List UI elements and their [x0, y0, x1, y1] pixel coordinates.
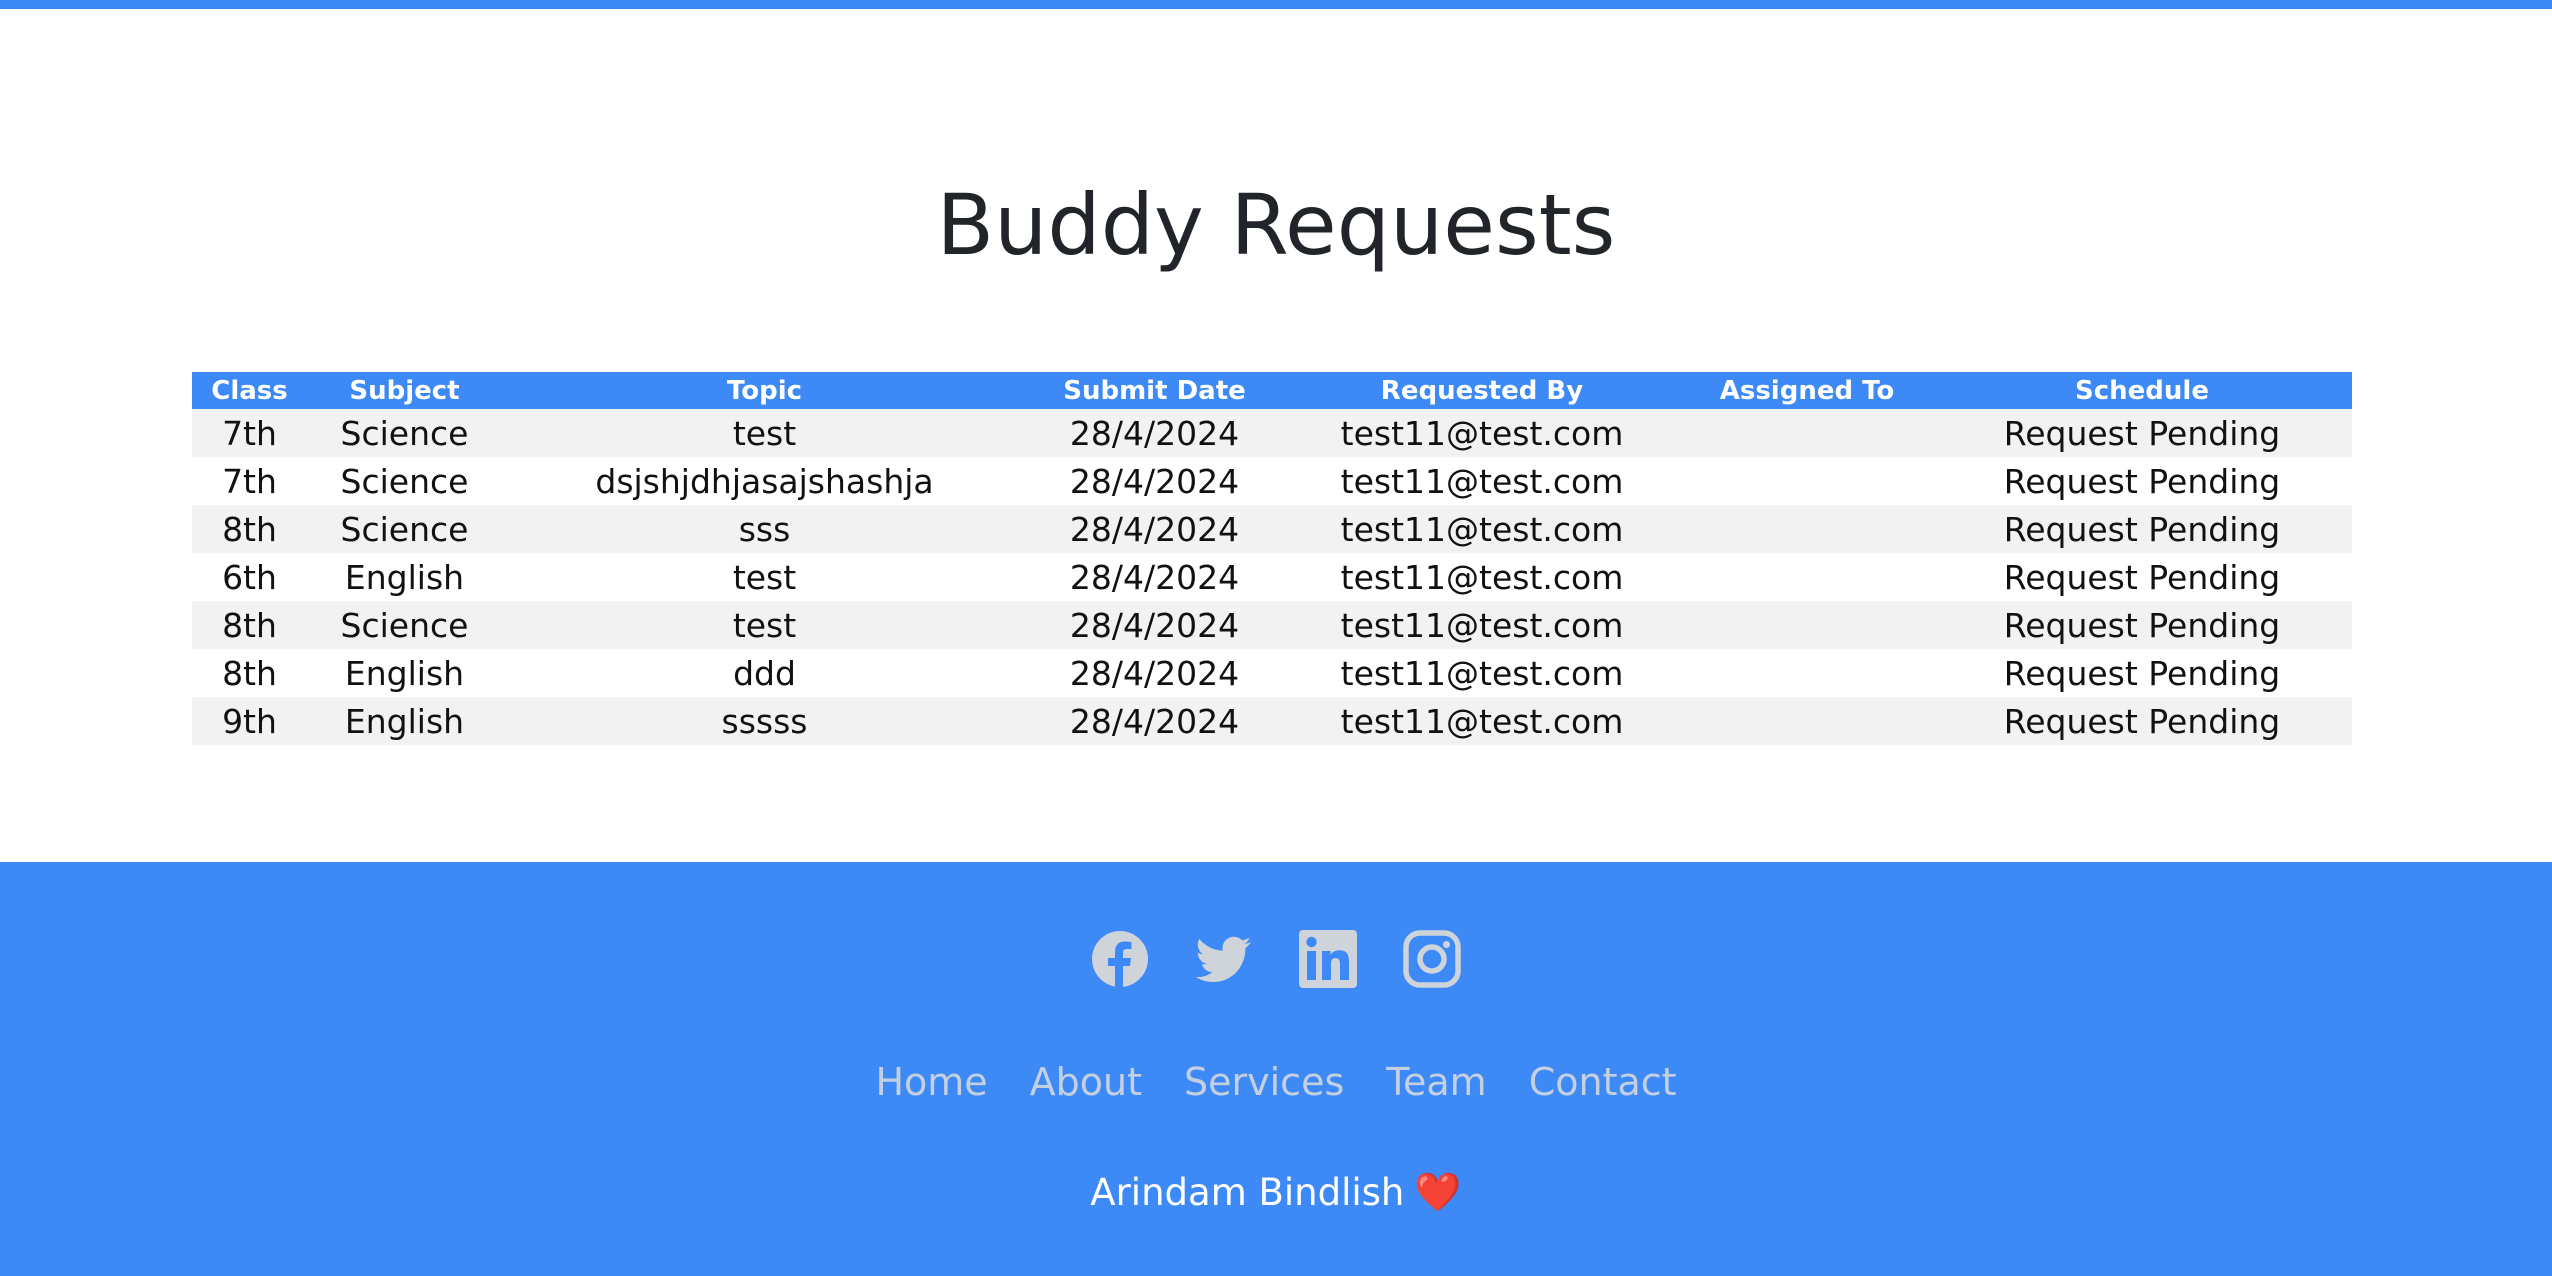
cell-requested-by: test11@test.com [1282, 553, 1682, 601]
cell-topic: sss [502, 505, 1027, 553]
footer-credit: Arindam Bindlish ❤️ [0, 1162, 2552, 1223]
cell-schedule: Request Pending [1932, 601, 2352, 649]
cell-requested-by: test11@test.com [1282, 697, 1682, 745]
cell-submit-date: 28/4/2024 [1027, 505, 1282, 553]
cell-class: 7th [192, 457, 307, 505]
cell-requested-by: test11@test.com [1282, 457, 1682, 505]
cell-submit-date: 28/4/2024 [1027, 457, 1282, 505]
site-footer: Home About Services Team Contact Arindam… [0, 862, 2552, 1276]
table-row: 6th English test 28/4/2024 test11@test.com Re… [192, 553, 2352, 601]
cell-class: 8th [192, 649, 307, 697]
cell-subject: English [307, 697, 502, 745]
footer-nav: Home About Services Team Contact [0, 1052, 2552, 1112]
cell-requested-by: test11@test.com [1282, 505, 1682, 553]
column-header-class[interactable]: Class [192, 372, 307, 409]
cell-topic: ddd [502, 649, 1027, 697]
cell-subject: English [307, 553, 502, 601]
twitter-link[interactable] [1195, 930, 1253, 988]
cell-schedule: Request Pending [1932, 409, 2352, 457]
cell-submit-date: 28/4/2024 [1027, 697, 1282, 745]
buddy-requests-table: Class Subject Topic Submit Date Requeste… [192, 372, 2352, 745]
cell-topic: test [502, 601, 1027, 649]
facebook-icon [1092, 931, 1148, 988]
linkedin-icon [1299, 930, 1357, 988]
cell-submit-date: 28/4/2024 [1027, 409, 1282, 457]
instagram-link[interactable] [1403, 930, 1461, 988]
cell-assigned-to [1682, 457, 1932, 505]
cell-schedule: Request Pending [1932, 697, 2352, 745]
page-title: Buddy Requests [936, 176, 1616, 274]
table-row: 7th Science test 28/4/2024 test11@test.com Re… [192, 409, 2352, 457]
cell-assigned-to [1682, 601, 1932, 649]
cell-subject: Science [307, 601, 502, 649]
cell-assigned-to [1682, 553, 1932, 601]
heart-icon: ❤️ [1414, 1170, 1462, 1214]
footer-nav-services[interactable]: Services [1184, 1052, 1344, 1112]
credit-name: Arindam Bindlish [1090, 1171, 1405, 1214]
top-accent-bar [0, 0, 2552, 9]
twitter-icon [1195, 936, 1251, 982]
cell-topic: dsjshjdhjasajshashja [502, 457, 1027, 505]
cell-schedule: Request Pending [1932, 457, 2352, 505]
cell-requested-by: test11@test.com [1282, 649, 1682, 697]
cell-assigned-to [1682, 649, 1932, 697]
cell-submit-date: 28/4/2024 [1027, 649, 1282, 697]
footer-nav-team[interactable]: Team [1386, 1052, 1486, 1112]
column-header-topic[interactable]: Topic [502, 372, 1027, 409]
facebook-link[interactable] [1091, 930, 1149, 988]
cell-subject: English [307, 649, 502, 697]
cell-class: 6th [192, 553, 307, 601]
table-row: 8th English ddd 28/4/2024 test11@test.com Req… [192, 649, 2352, 697]
cell-assigned-to [1682, 505, 1932, 553]
cell-assigned-to [1682, 409, 1932, 457]
footer-nav-contact[interactable]: Contact [1529, 1052, 1677, 1112]
cell-requested-by: test11@test.com [1282, 409, 1682, 457]
cell-class: 8th [192, 601, 307, 649]
table-header-row: Class Subject Topic Submit Date Requeste… [192, 372, 2352, 409]
column-header-submit-date[interactable]: Submit Date [1027, 372, 1282, 409]
cell-schedule: Request Pending [1932, 553, 2352, 601]
cell-schedule: Request Pending [1932, 505, 2352, 553]
cell-topic: test [502, 553, 1027, 601]
cell-submit-date: 28/4/2024 [1027, 601, 1282, 649]
cell-assigned-to [1682, 697, 1932, 745]
table-body: 7th Science test 28/4/2024 test11@test.com Re… [192, 409, 2352, 745]
column-header-assigned-to[interactable]: Assigned To [1682, 372, 1932, 409]
table-row: 7th Science dsjshjdhjasajshashja 28/4/2024 t… [192, 457, 2352, 505]
linkedin-link[interactable] [1299, 930, 1357, 988]
cell-subject: Science [307, 457, 502, 505]
instagram-icon [1403, 930, 1461, 988]
footer-nav-about[interactable]: About [1030, 1052, 1142, 1112]
cell-class: 8th [192, 505, 307, 553]
column-header-schedule[interactable]: Schedule [1932, 372, 2352, 409]
cell-subject: Science [307, 505, 502, 553]
column-header-subject[interactable]: Subject [307, 372, 502, 409]
social-links [0, 930, 2552, 988]
cell-class: 7th [192, 409, 307, 457]
cell-schedule: Request Pending [1932, 649, 2352, 697]
cell-class: 9th [192, 697, 307, 745]
cell-topic: test [502, 409, 1027, 457]
cell-topic: sssss [502, 697, 1027, 745]
cell-subject: Science [307, 409, 502, 457]
cell-submit-date: 28/4/2024 [1027, 553, 1282, 601]
table-row: 8th Science sss 28/4/2024 test11@test.com Req… [192, 505, 2352, 553]
column-header-requested-by[interactable]: Requested By [1282, 372, 1682, 409]
table-row: 8th Science test 28/4/2024 test11@test.com Re… [192, 601, 2352, 649]
footer-nav-home[interactable]: Home [875, 1052, 987, 1112]
cell-requested-by: test11@test.com [1282, 601, 1682, 649]
table-row: 9th English sssss 28/4/2024 test11@test.com R… [192, 697, 2352, 745]
